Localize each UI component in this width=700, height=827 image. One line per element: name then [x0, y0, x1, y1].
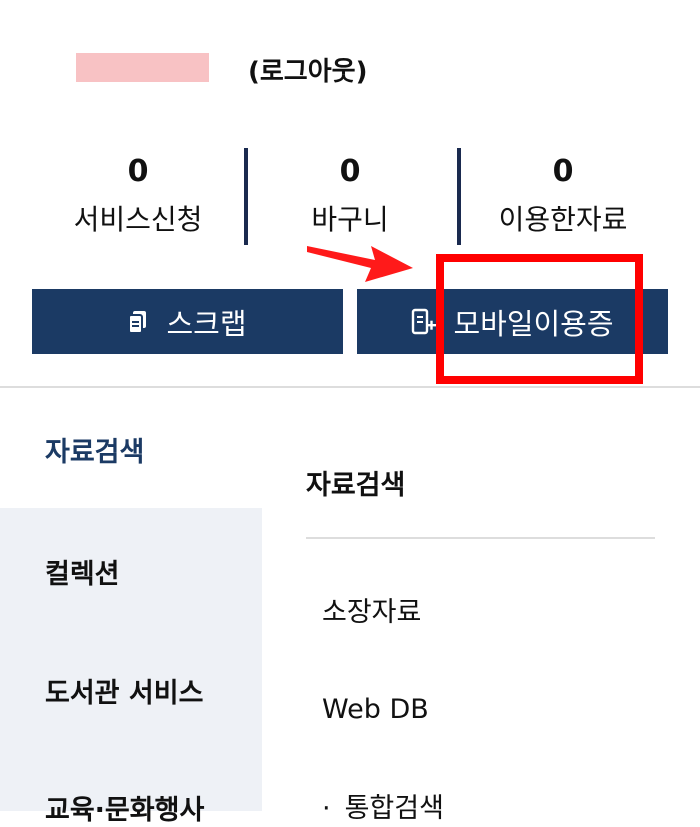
stat-count: 0 — [127, 154, 149, 189]
sidebar-item-search[interactable]: 자료검색 — [45, 430, 144, 469]
stat-count: 0 — [552, 154, 574, 189]
mobile-card-icon — [411, 308, 437, 336]
stat-label: 서비스신청 — [73, 203, 203, 236]
panel-divider — [306, 537, 655, 539]
panel-title: 자료검색 — [306, 470, 406, 501]
user-name-redacted — [76, 53, 209, 82]
panel-item-holdings[interactable]: 소장자료 — [322, 590, 421, 629]
stat-service-request[interactable]: 0 서비스신청 — [32, 150, 244, 240]
stat-label: 이용한자료 — [498, 203, 628, 236]
stat-used-materials[interactable]: 0 이용한자료 — [457, 150, 669, 240]
panel-item-integrated-search[interactable]: 통합검색 — [322, 786, 444, 825]
document-icon — [128, 310, 150, 334]
panel-item-web-db[interactable]: Web DB — [322, 694, 429, 725]
mobile-card-label: 모바일이용증 — [453, 306, 614, 341]
section-divider — [0, 386, 700, 388]
sidebar-item-library-service[interactable]: 도서관 서비스 — [45, 671, 203, 710]
logout-link[interactable]: (로그아웃) — [248, 51, 367, 88]
sidebar-background — [0, 508, 262, 811]
scrap-label: 스크랩 — [166, 306, 247, 341]
sidebar-item-collection[interactable]: 컬렉션 — [45, 552, 120, 591]
scrap-button[interactable]: 스크랩 — [32, 289, 343, 354]
mobile-card-button[interactable]: 모바일이용증 — [357, 289, 668, 354]
stat-count: 0 — [339, 154, 361, 189]
red-arrow-icon — [307, 246, 413, 282]
stat-basket[interactable]: 0 바구니 — [244, 150, 456, 240]
sidebar-item-education-culture[interactable]: 교육·문화행사 — [45, 788, 204, 827]
